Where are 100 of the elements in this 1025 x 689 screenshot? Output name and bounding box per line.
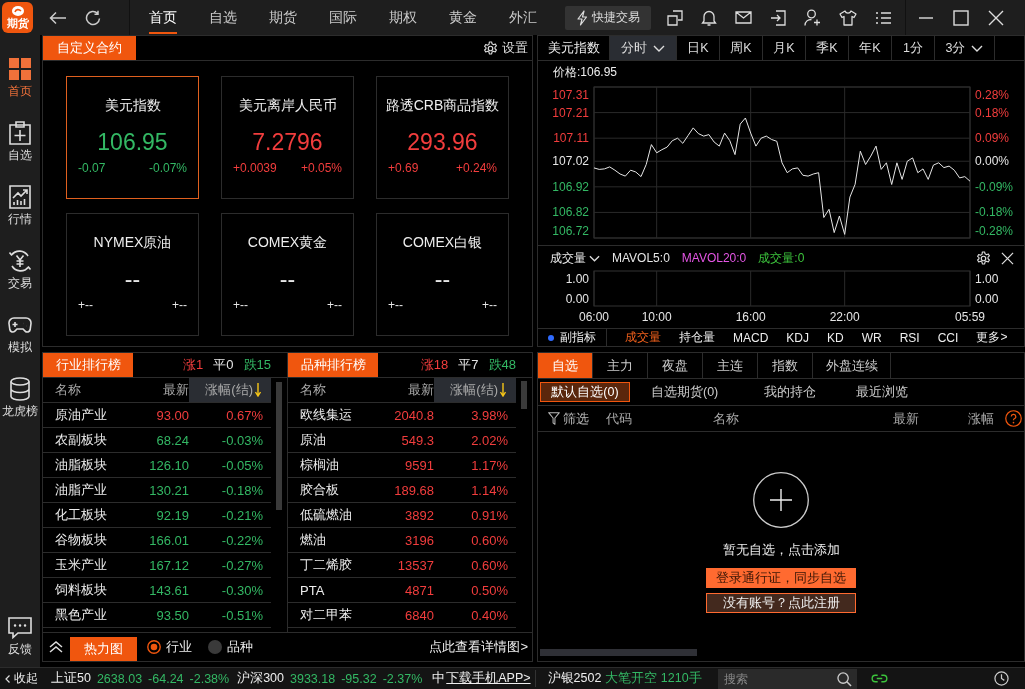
search-field[interactable]: 搜索 — [717, 668, 857, 689]
price-value: 106.95 — [97, 128, 168, 156]
collapse-button[interactable]: 收起 — [5, 670, 43, 687]
scrollbar-thumb[interactable] — [276, 382, 282, 510]
scrollbar-thumb[interactable] — [521, 381, 527, 409]
watchlist-tab[interactable]: 主力 — [593, 353, 648, 378]
radio-label[interactable]: 品种 — [227, 638, 253, 656]
quote-card[interactable]: NYMEX原油 -- +-- +-- — [66, 213, 199, 336]
clock-icon[interactable] — [994, 671, 1009, 686]
nav-tab[interactable]: 期权 — [373, 0, 433, 35]
period-tab[interactable]: 1分 — [892, 36, 935, 60]
sub-tab[interactable]: 默认自选(0) — [540, 382, 630, 402]
detail-link[interactable]: 点此查看详情图> — [429, 638, 528, 656]
window-restore-icon[interactable] — [667, 9, 683, 26]
period-tab[interactable]: 季K — [806, 36, 849, 60]
radio-selected-icon[interactable] — [147, 640, 161, 654]
nav-tab[interactable]: 首页 — [133, 0, 193, 35]
indicator-tab[interactable]: CCI — [937, 330, 959, 345]
bell-icon[interactable] — [701, 9, 717, 26]
login-button[interactable]: 登录通行证，同步自选 — [706, 568, 856, 588]
link-icon[interactable] — [870, 673, 888, 684]
column-header[interactable]: 涨幅 — [968, 409, 1005, 428]
nav-tab[interactable]: 外汇 — [493, 0, 553, 35]
add-user-icon[interactable] — [804, 9, 821, 26]
download-app-link[interactable]: 下载手机APP> — [446, 670, 536, 687]
indicator-tab[interactable]: RSI — [899, 330, 920, 345]
column-header[interactable]: 名称 — [713, 409, 893, 428]
sub-tab[interactable]: 自选期货(0) — [638, 382, 732, 402]
period-tab[interactable]: 日K — [677, 36, 720, 60]
indicator-tab[interactable]: 成交量 — [625, 329, 661, 346]
indicator-tab[interactable]: MACD — [733, 330, 769, 345]
sidebar-item[interactable]: 自选 — [0, 121, 40, 163]
filter-button[interactable]: 筛选 — [548, 409, 606, 428]
watchlist-tab[interactable]: 指数 — [758, 353, 813, 378]
sidebar-item[interactable]: 龙虎榜 — [0, 377, 40, 419]
column-header[interactable]: 最新 — [384, 378, 434, 402]
period-tab[interactable]: 年K — [849, 36, 892, 60]
nav-tab[interactable]: 黄金 — [433, 0, 493, 35]
watchlist-tab[interactable]: 夜盘 — [648, 353, 703, 378]
column-header[interactable]: 涨幅(结) — [434, 378, 516, 402]
help-icon[interactable] — [1005, 410, 1022, 427]
count-label: 涨18 — [420, 356, 449, 374]
indicator-tab[interactable]: KDJ — [786, 330, 809, 345]
close-icon[interactable] — [1001, 251, 1014, 265]
shirt-icon[interactable] — [839, 9, 857, 26]
radio-label[interactable]: 行业 — [166, 638, 192, 656]
nav-tab[interactable]: 国际 — [313, 0, 373, 35]
quote-card[interactable]: COMEX白银 -- +-- +-- — [376, 213, 509, 336]
add-circle-icon[interactable] — [753, 472, 809, 528]
alert-message: 大笔开空 1210手 — [605, 670, 702, 687]
quote-card[interactable]: 美元离岸人民币 7.2796 +0.0039 +0.05% — [221, 76, 354, 199]
double-chevron-up-icon[interactable] — [49, 641, 63, 653]
sidebar-item[interactable]: 交易 — [0, 249, 40, 291]
register-button[interactable]: 没有账号？点此注册 — [706, 593, 856, 613]
alert-symbol[interactable]: 沪银2502 — [547, 670, 602, 687]
sidebar-item[interactable]: 首页 — [0, 57, 40, 99]
maximize-icon[interactable] — [953, 9, 969, 26]
sidebar-item[interactable]: 模拟 — [0, 313, 40, 355]
price-cell-text: 143.61 — [148, 582, 189, 598]
search-icon[interactable] — [836, 671, 852, 687]
refresh-icon[interactable] — [85, 9, 101, 26]
menu-icon[interactable] — [875, 10, 891, 25]
column-header[interactable]: 名称 — [288, 378, 384, 402]
scrollbar-thumb[interactable] — [540, 649, 697, 656]
mail-icon[interactable] — [735, 11, 752, 24]
volume-selector[interactable]: 成交量 — [550, 249, 600, 267]
period-tab[interactable]: 分时 — [610, 36, 677, 60]
quote-card[interactable]: COMEX黄金 -- +-- +-- — [221, 213, 354, 336]
index-name[interactable]: 上证50 — [51, 670, 91, 687]
radio-unselected-icon[interactable] — [208, 640, 222, 654]
column-header[interactable]: 最新 — [893, 409, 968, 428]
nav-tab[interactable]: 期货 — [253, 0, 313, 35]
column-header[interactable]: 最新 — [139, 378, 189, 402]
sub-tab[interactable]: 我的持仓 — [751, 382, 830, 402]
nav-tab[interactable]: 自选 — [193, 0, 253, 35]
column-header[interactable]: 名称 — [43, 378, 139, 402]
sub-tab[interactable]: 最近浏览 — [843, 382, 922, 402]
indicator-tab[interactable]: KD — [827, 330, 844, 345]
column-header[interactable]: 代码 — [606, 409, 713, 428]
sidebar-item[interactable]: 行情 — [0, 185, 40, 227]
back-arrow-icon[interactable] — [49, 10, 67, 25]
quick-trade-button[interactable]: 快捷交易 — [565, 5, 651, 30]
settings-button[interactable]: 设置 — [483, 39, 528, 57]
period-tab[interactable]: 3分 — [935, 36, 995, 60]
watchlist-tab[interactable]: 主连 — [703, 353, 758, 378]
indicator-tab[interactable]: WR — [861, 330, 882, 345]
quote-card[interactable]: 美元指数 106.95 -0.07 -0.07% — [66, 76, 199, 199]
index-name[interactable]: 沪深300 — [237, 670, 284, 687]
indicator-tab[interactable]: 更多> — [976, 329, 1008, 346]
change-cell-text: 3.98% — [470, 407, 509, 423]
login-icon[interactable] — [770, 9, 786, 26]
period-tab[interactable]: 周K — [720, 36, 763, 60]
indicator-tab[interactable]: 持仓量 — [679, 329, 715, 346]
settings-icon[interactable] — [976, 250, 991, 266]
feedback-button[interactable]: 反馈 — [0, 617, 40, 657]
quote-card[interactable]: 路透CRB商品指数 293.96 +0.69 +0.24% — [376, 76, 509, 199]
close-icon[interactable] — [988, 9, 1004, 26]
watchlist-tab[interactable]: 外盘连续 — [813, 353, 891, 378]
period-tab[interactable]: 月K — [763, 36, 806, 60]
column-header[interactable]: 涨幅(结) — [189, 378, 271, 402]
